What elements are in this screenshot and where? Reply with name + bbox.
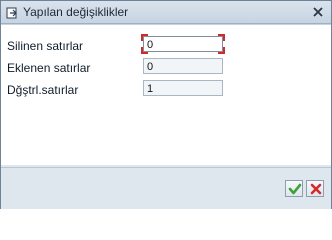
dialog-content: Silinen satırlar 0 Eklenen satırlar 0 Dğ… xyxy=(1,24,331,165)
deleted-rows-row: Silinen satırlar 0 xyxy=(7,34,327,56)
added-rows-value: 0 xyxy=(147,61,154,73)
dialog-window: Yapılan değişiklikler Silinen satırlar 0… xyxy=(0,0,332,209)
focus-corner xyxy=(141,47,148,54)
deleted-rows-label: Silinen satırlar xyxy=(7,39,84,53)
close-icon[interactable] xyxy=(311,5,325,19)
changed-rows-field[interactable]: 1 xyxy=(143,80,223,96)
button-bar xyxy=(1,167,331,209)
changed-rows-value: 1 xyxy=(147,83,154,95)
dialog-icon xyxy=(6,6,18,19)
cancel-x-icon xyxy=(310,183,322,195)
changed-rows-label: Dğştrl.satırlar xyxy=(7,83,79,97)
added-rows-field[interactable]: 0 xyxy=(143,58,223,74)
deleted-rows-field[interactable]: 0 xyxy=(141,34,225,54)
added-rows-row: Eklenen satırlar 0 xyxy=(7,58,327,78)
changed-rows-row: Dğştrl.satırlar 1 xyxy=(7,80,327,100)
cancel-button[interactable] xyxy=(306,180,324,197)
focus-corner xyxy=(218,47,225,54)
title-bar: Yapılan değişiklikler xyxy=(1,1,331,24)
window-title: Yapılan değişiklikler xyxy=(23,5,129,19)
added-rows-label: Eklenen satırlar xyxy=(7,61,91,75)
focus-corner xyxy=(141,34,148,41)
ok-button[interactable] xyxy=(285,180,303,197)
checkmark-icon xyxy=(288,183,302,195)
focus-corner xyxy=(218,34,225,41)
